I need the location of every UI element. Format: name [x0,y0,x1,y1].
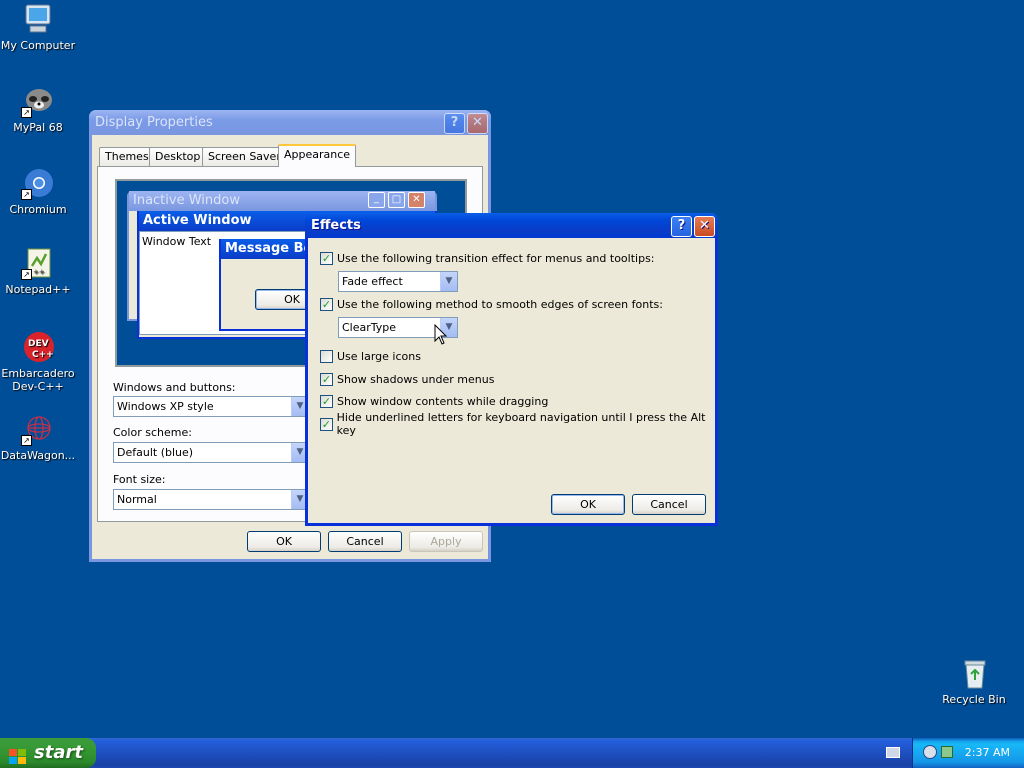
desktop-icon-mypal[interactable]: ↗ MyPal 68 [0,84,76,134]
effects-titlebar[interactable]: Effects ? ✕ [305,213,718,238]
checkbox-check-icon: ✓ [320,251,333,265]
effects-cancel-button[interactable]: Cancel [632,494,706,515]
shortcut-arrow-icon: ↗ [21,189,32,200]
tab-desktop[interactable]: Desktop [149,147,207,166]
desktop-icon-label: DataWagon... [0,449,76,462]
desktop-icon-label: MyPal 68 [13,121,63,134]
devcpp-icon: DEV C++ [21,330,55,364]
window-title: Display Properties [95,115,213,130]
taskbar: start 2:37 AM [0,738,1024,768]
keyboard-icon[interactable] [886,747,900,758]
transition-effect-value: Fade effect [342,275,403,288]
desktop-icon-label: My Computer [0,39,76,52]
color-scheme-label: Color scheme: [113,426,192,439]
tray-clock[interactable]: 2:37 AM [965,738,1010,768]
checkbox-label: Use large icons [337,349,421,363]
mouse-cursor-icon [434,323,448,346]
desktop-icon-recycle-bin[interactable]: Recycle Bin [936,656,1012,706]
desktop-icon-notepadpp[interactable]: ++ ↗ Notepad++ [0,246,76,296]
start-label: start [34,742,83,763]
shortcut-arrow-icon: ↗ [21,435,32,446]
help-button[interactable]: ? [444,113,465,134]
checkbox-label: Hide underlined letters for keyboard nav… [336,411,706,437]
close-button[interactable]: ✕ [694,216,715,237]
datawagon-icon: ↗ [21,412,55,446]
color-scheme-value: Default (blue) [117,446,194,459]
tab-appearance[interactable]: Appearance [278,144,357,167]
large-icons-checkbox[interactable]: Use large icons [320,349,421,363]
checkbox-label: Show window contents while dragging [337,394,549,408]
tray-network-icon[interactable] [941,746,953,758]
help-button[interactable]: ? [671,216,692,237]
checkbox-check-icon: ✓ [320,417,333,431]
desktop-icon-chromium[interactable]: ↗ Chromium [0,166,76,216]
color-scheme-select[interactable]: Default (blue) ▼ [113,442,309,463]
effects-dialog: Effects ? ✕ ✓ Use the following transiti… [305,213,718,526]
shortcut-arrow-icon: ↗ [21,107,32,118]
shortcut-arrow-icon: ↗ [21,269,32,280]
drag-contents-checkbox[interactable]: ✓ Show window contents while dragging [320,394,548,408]
cancel-button[interactable]: Cancel [328,531,402,552]
svg-text:C++: C++ [32,350,54,360]
display-properties-titlebar[interactable]: Display Properties ? ✕ [89,110,491,135]
tray-speaker-icon[interactable] [923,745,937,759]
checkbox-label: Use the following transition effect for … [337,251,655,265]
checkbox-label: Show shadows under menus [337,372,495,386]
tab-themes[interactable]: Themes [99,147,155,166]
computer-icon [21,2,55,36]
recycle-bin-icon [957,656,991,690]
apply-button[interactable]: Apply [409,531,483,552]
desktop-icon-my-computer[interactable]: My Computer [0,2,76,52]
chevron-down-icon: ▼ [440,272,457,291]
font-smoothing-value: ClearType [342,321,397,334]
font-smoothing-checkbox[interactable]: ✓ Use the following method to smooth edg… [320,297,663,311]
notepadpp-icon: ++ ↗ [21,246,55,280]
checkbox-check-icon: ✓ [320,394,333,408]
desktop-icon-label: Notepad++ [5,283,71,296]
checkbox-label: Use the following method to smooth edges… [337,297,663,311]
menu-shadows-checkbox[interactable]: ✓ Show shadows under menus [320,372,494,386]
transition-effect-checkbox[interactable]: ✓ Use the following transition effect fo… [320,251,655,265]
system-tray: 2:37 AM [912,738,1024,768]
svg-text:++: ++ [33,268,45,276]
font-size-label: Font size: [113,473,166,486]
preview-maximize-icon: □ [388,192,405,208]
windows-buttons-select[interactable]: Windows XP style ▼ [113,396,309,417]
font-size-select[interactable]: Normal ▼ [113,489,309,510]
windows-buttons-label: Windows and buttons: [113,381,236,394]
checkbox-check-icon: ✓ [320,372,333,386]
windows-buttons-value: Windows XP style [117,400,214,413]
dialog-title: Effects [311,218,361,233]
chromium-icon: ↗ [21,166,55,200]
desktop-icon-label: Embarcadero Dev-C++ [1,367,75,393]
transition-effect-select[interactable]: Fade effect ▼ [338,271,458,292]
checkbox-check-icon: ✓ [320,297,333,311]
ok-button[interactable]: OK [247,531,321,552]
font-size-value: Normal [117,493,157,506]
desktop-icon-label: Recycle Bin [942,693,1006,706]
hide-underlines-checkbox[interactable]: ✓ Hide underlined letters for keyboard n… [320,411,715,437]
windows-flag-icon [9,745,27,764]
preview-window-text: Window Text [142,235,212,248]
preview-close-icon: ✕ [408,192,425,208]
desktop-icon-datawagon[interactable]: ↗ DataWagon... [0,412,76,462]
start-button[interactable]: start [0,738,96,768]
desktop-icon-devcpp[interactable]: DEV C++ Embarcadero Dev-C++ [0,330,76,393]
desktop-icon-label: Chromium [9,203,67,216]
close-button[interactable]: ✕ [467,113,488,134]
tab-screen-saver[interactable]: Screen Saver [202,147,287,166]
raccoon-icon: ↗ [21,84,55,118]
checkbox-unchecked-icon [320,349,333,363]
preview-active-title: Active Window [143,213,252,228]
preview-inactive-title: Inactive Window [133,193,240,208]
preview-minimize-icon: _ [368,192,385,208]
effects-ok-button[interactable]: OK [551,494,625,515]
svg-text:DEV: DEV [28,339,49,349]
